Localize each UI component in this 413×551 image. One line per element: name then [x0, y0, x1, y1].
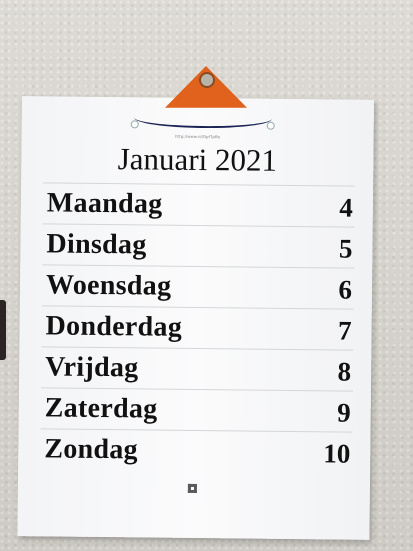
day-row: Vrijdag 8 — [40, 346, 354, 391]
day-name: Zondag — [44, 433, 139, 466]
day-date: 5 — [338, 233, 353, 264]
day-name: Zaterdag — [44, 392, 158, 425]
day-date: 4 — [339, 192, 354, 223]
hanging-string — [133, 115, 272, 129]
calendar-sheet: http://www.nl/GpfTpBe Januari 2021 Maand… — [17, 96, 374, 540]
day-name: Woensdag — [45, 269, 172, 302]
day-date: 7 — [337, 315, 352, 346]
string-eyelet — [130, 120, 139, 129]
day-date: 10 — [323, 438, 351, 469]
nail — [199, 72, 215, 88]
day-date: 9 — [337, 397, 351, 428]
day-date: 8 — [337, 356, 352, 387]
string-eyelet — [266, 121, 275, 130]
day-name: Vrijdag — [45, 351, 139, 384]
day-row: Maandag 4 — [42, 182, 356, 227]
wall-object — [0, 300, 6, 360]
day-row: Woensdag 6 — [41, 264, 355, 309]
day-row: Dinsdag 5 — [42, 223, 355, 268]
day-row: Zondag 10 — [40, 428, 353, 473]
day-row: Donderdag 7 — [41, 305, 354, 350]
url-text: http://www.nl/GpfTpBe — [174, 133, 221, 140]
day-name: Maandag — [46, 187, 163, 220]
page-title: Januari 2021 — [117, 141, 278, 178]
day-name: Dinsdag — [46, 228, 147, 261]
day-row: Zaterdag 9 — [40, 387, 353, 432]
day-date: 6 — [338, 274, 353, 305]
day-list: Maandag 4 Dinsdag 5 Woensdag 6 Donderdag… — [40, 182, 356, 473]
day-name: Donderdag — [45, 310, 183, 343]
qr-code-icon — [187, 483, 197, 494]
